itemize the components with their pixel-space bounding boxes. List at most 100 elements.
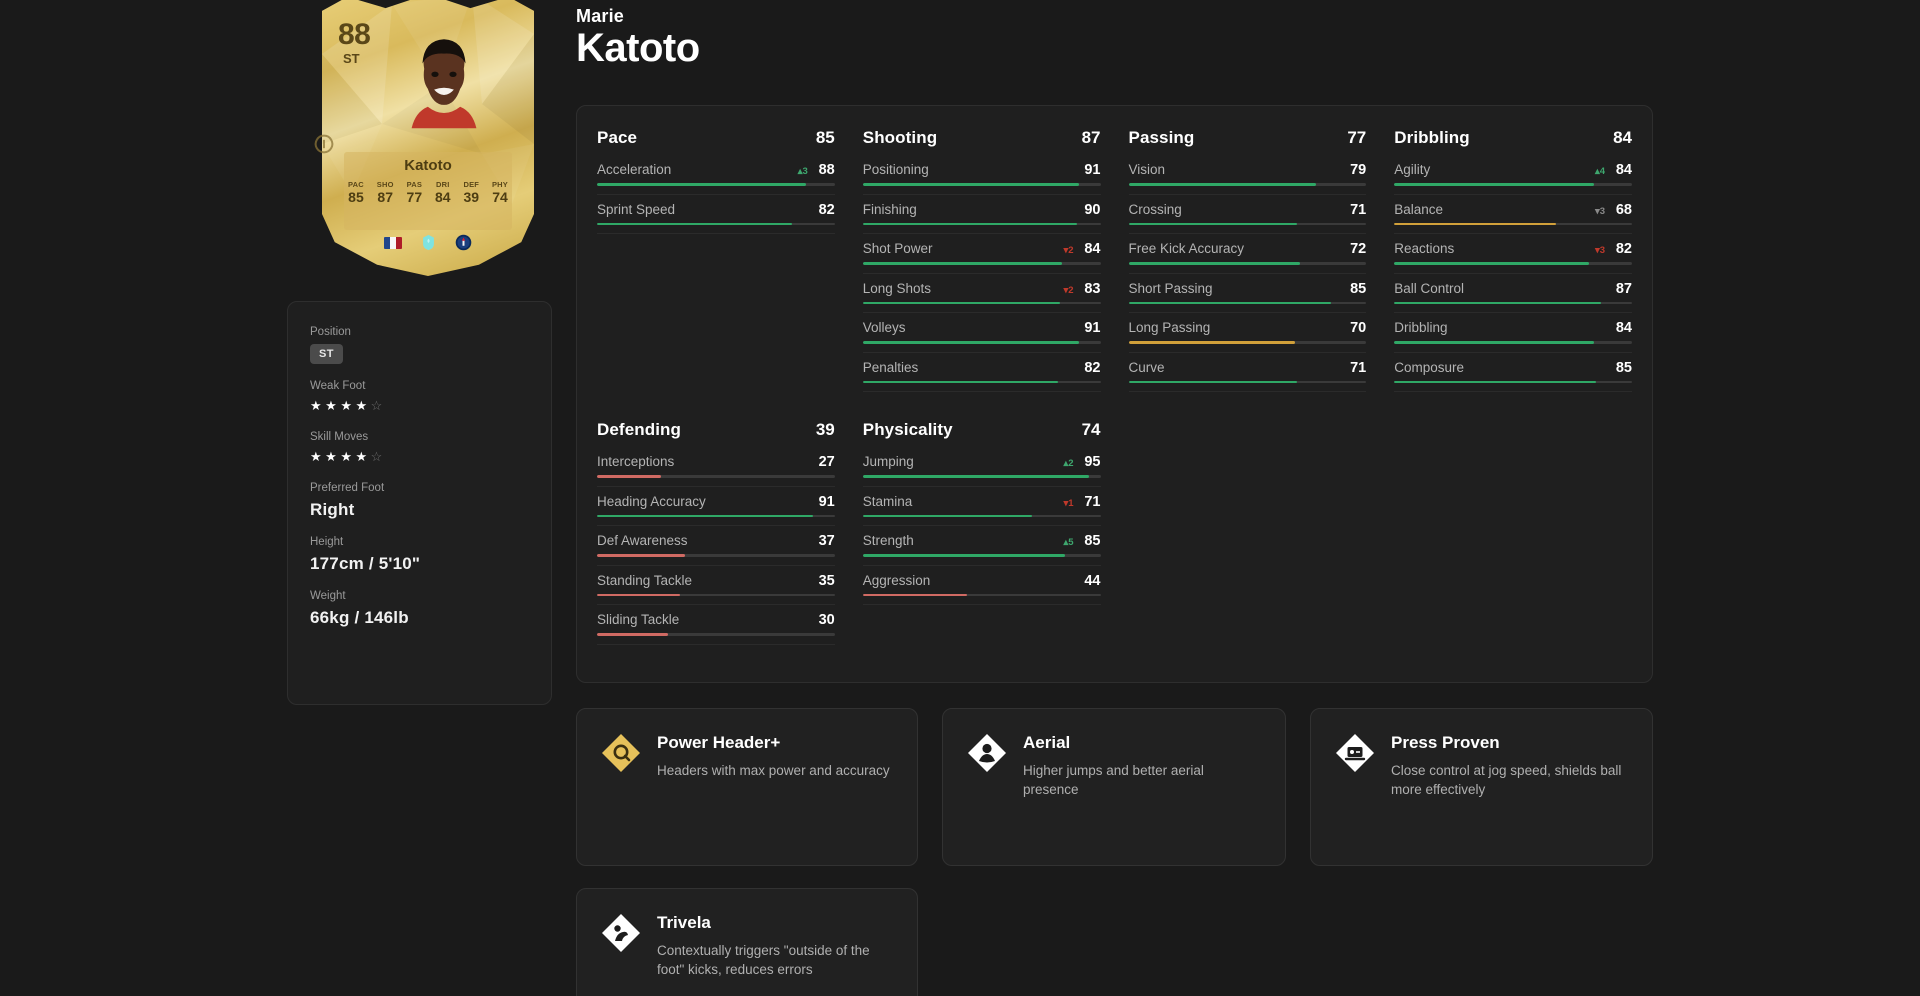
info-position-label: Position [310, 326, 351, 338]
card-stat-label: DRI [436, 180, 450, 189]
stat-bar [1394, 301, 1632, 304]
stat-name: Interceptions [597, 454, 675, 469]
stat-bar-fill [1394, 301, 1602, 304]
stat-row: Curve 71 [1128, 355, 1367, 392]
stat-bar-fill [862, 593, 968, 596]
stat-value: 35 [818, 572, 835, 589]
stat-value: 82 [1084, 359, 1101, 376]
info-preferred-foot: Preferred Foot Right [310, 482, 529, 520]
stat-group-name: Dribbling [1394, 128, 1470, 147]
stat-bar [597, 514, 835, 517]
stat-row-line: Shot Power ▾2 84 [863, 236, 1101, 262]
stat-value-group: ▴4 84 [1595, 162, 1632, 178]
stat-value: 85 [1350, 280, 1367, 297]
stat-value: 90 [1084, 201, 1101, 218]
stat-value-group: ▴2 95 [1063, 454, 1100, 470]
stat-modifier-increase: ▴3 [797, 166, 808, 177]
stat-row-line: Strength ▴5 85 [863, 528, 1101, 554]
stat-row-divider [862, 485, 1101, 487]
stat-row-divider [597, 525, 835, 526]
player-card[interactable]: 88 ST Katoto PAC 85 SHO 87 PAS 77 DRI 84… [314, 0, 534, 284]
stat-row-line: Short Passing 85 [1129, 276, 1367, 302]
stat-name: Composure [1394, 359, 1465, 375]
stat-value: 87 [1615, 280, 1632, 297]
info-position-chip[interactable]: ST [310, 344, 343, 364]
stat-modifier-decrease: ▾1 [1063, 497, 1074, 509]
stat-modifier-increase: ▴2 [1063, 458, 1074, 469]
stat-group-header: Physicality 74 [863, 420, 1101, 440]
stat-row-divider [597, 564, 835, 566]
stat-bar [862, 380, 1101, 383]
stat-name: Reactions [1394, 241, 1455, 256]
stat-row-divider [1128, 233, 1367, 234]
stat-bar [597, 475, 835, 478]
stat-bar-fill [1128, 301, 1331, 304]
card-rating: 88 [338, 18, 371, 51]
stat-value-group: 71 [1344, 202, 1366, 218]
stat-group-pace: Pace 85 Acceleration ▴3 88 Sprint Speed 82 [597, 128, 835, 394]
stat-bar-fill [862, 341, 1080, 344]
stat-modifier-increase: ▴4 [1594, 166, 1605, 177]
playstyle-description: Headers with max power and accuracy [657, 763, 890, 778]
stat-row-divider [1394, 193, 1632, 195]
playstyle-description: Close control at jog speed, shields ball… [1391, 763, 1622, 798]
stat-modifier-decrease: ▾2 [1063, 245, 1074, 256]
stat-name: Dribbling [1394, 320, 1448, 335]
stat-value-group: 87 [1610, 281, 1632, 297]
france-flag-icon [384, 236, 402, 249]
stat-row-divider [1394, 233, 1632, 234]
stat-row: Sprint Speed 82 [597, 197, 835, 234]
stat-group-name: Physicality [862, 420, 953, 439]
stat-group-dribbling: Dribbling 84 Agility ▴4 84 Balance ▾3 68 Reactio… [1394, 128, 1632, 394]
stat-bar-fill [1128, 341, 1295, 344]
trivela-playstyle-icon [602, 914, 640, 952]
stat-row-line: Reactions ▾3 82 [1394, 236, 1632, 262]
stat-row-line: Crossing 71 [1129, 197, 1367, 223]
stat-bar [862, 593, 1101, 596]
stat-row: Volleys 91 [862, 315, 1101, 353]
stat-bar [862, 514, 1101, 517]
playstyle-card-power-header[interactable]: Power Header+ Headers with max power and … [576, 708, 918, 866]
playstyle-card-trivela[interactable]: Trivela Contextually triggers "outside of… [576, 888, 918, 996]
stat-value: 91 [818, 493, 835, 510]
stat-row: Interceptions 27 [597, 449, 835, 487]
stat-value-group: 85 [1344, 281, 1366, 297]
playstyle-body: Aerial Higher jumps and better aerial pre… [1023, 731, 1258, 799]
stat-bar [1128, 183, 1367, 186]
stat-group-name: Defending [597, 420, 682, 439]
stat-row: Standing Tackle 35 [597, 568, 835, 605]
stat-bar [597, 222, 835, 225]
stat-bar-fill [597, 633, 669, 636]
stat-name: Def Awareness [597, 533, 688, 548]
stat-row-divider [597, 643, 835, 645]
stat-row-line: Long Shots ▾2 83 [863, 276, 1101, 302]
stat-row-line: Sprint Speed 82 [597, 197, 835, 223]
player-info-panel: Position ST Weak Foot ★★★★☆ Skill Moves … [287, 301, 552, 705]
info-preferred-foot-value: Right [310, 499, 355, 519]
stat-bar-fill [597, 475, 662, 478]
stat-row-line: Acceleration ▴3 88 [597, 157, 835, 183]
stat-bar-fill [862, 183, 1080, 186]
stat-row-divider [597, 604, 835, 605]
card-stat-label: PAS [406, 180, 423, 189]
stat-value-group: 37 [813, 533, 835, 549]
skill-moves-stars: ★★★★☆ [310, 448, 386, 464]
stat-bar-fill [862, 222, 1077, 225]
playstyle-card-press-proven[interactable]: Press Proven Close control at jog speed, … [1310, 708, 1653, 866]
stat-value-group: 30 [813, 612, 835, 628]
chemistry-style-icon[interactable] [314, 134, 334, 154]
stat-row-divider [862, 312, 1101, 313]
stat-bar [1394, 222, 1632, 225]
stat-bar [597, 593, 835, 596]
stat-group-header: Passing 77 [1129, 128, 1367, 148]
card-stat-value: 39 [463, 189, 480, 205]
playstyle-card-aerial[interactable]: Aerial Higher jumps and better aerial pre… [942, 708, 1286, 866]
player-portrait [378, 16, 510, 156]
stat-group-physicality: Physicality 74 Jumping ▴2 95 Stamina ▾1 71 Stren… [862, 420, 1101, 647]
stat-row-line: Heading Accuracy 91 [597, 489, 835, 515]
stat-bar [862, 554, 1101, 557]
stat-value-group: ▴3 88 [798, 162, 835, 178]
stat-value: 82 [1615, 241, 1632, 257]
stats-grid-spacer [597, 394, 1632, 420]
stat-row-line: Agility ▴4 84 [1394, 157, 1632, 183]
